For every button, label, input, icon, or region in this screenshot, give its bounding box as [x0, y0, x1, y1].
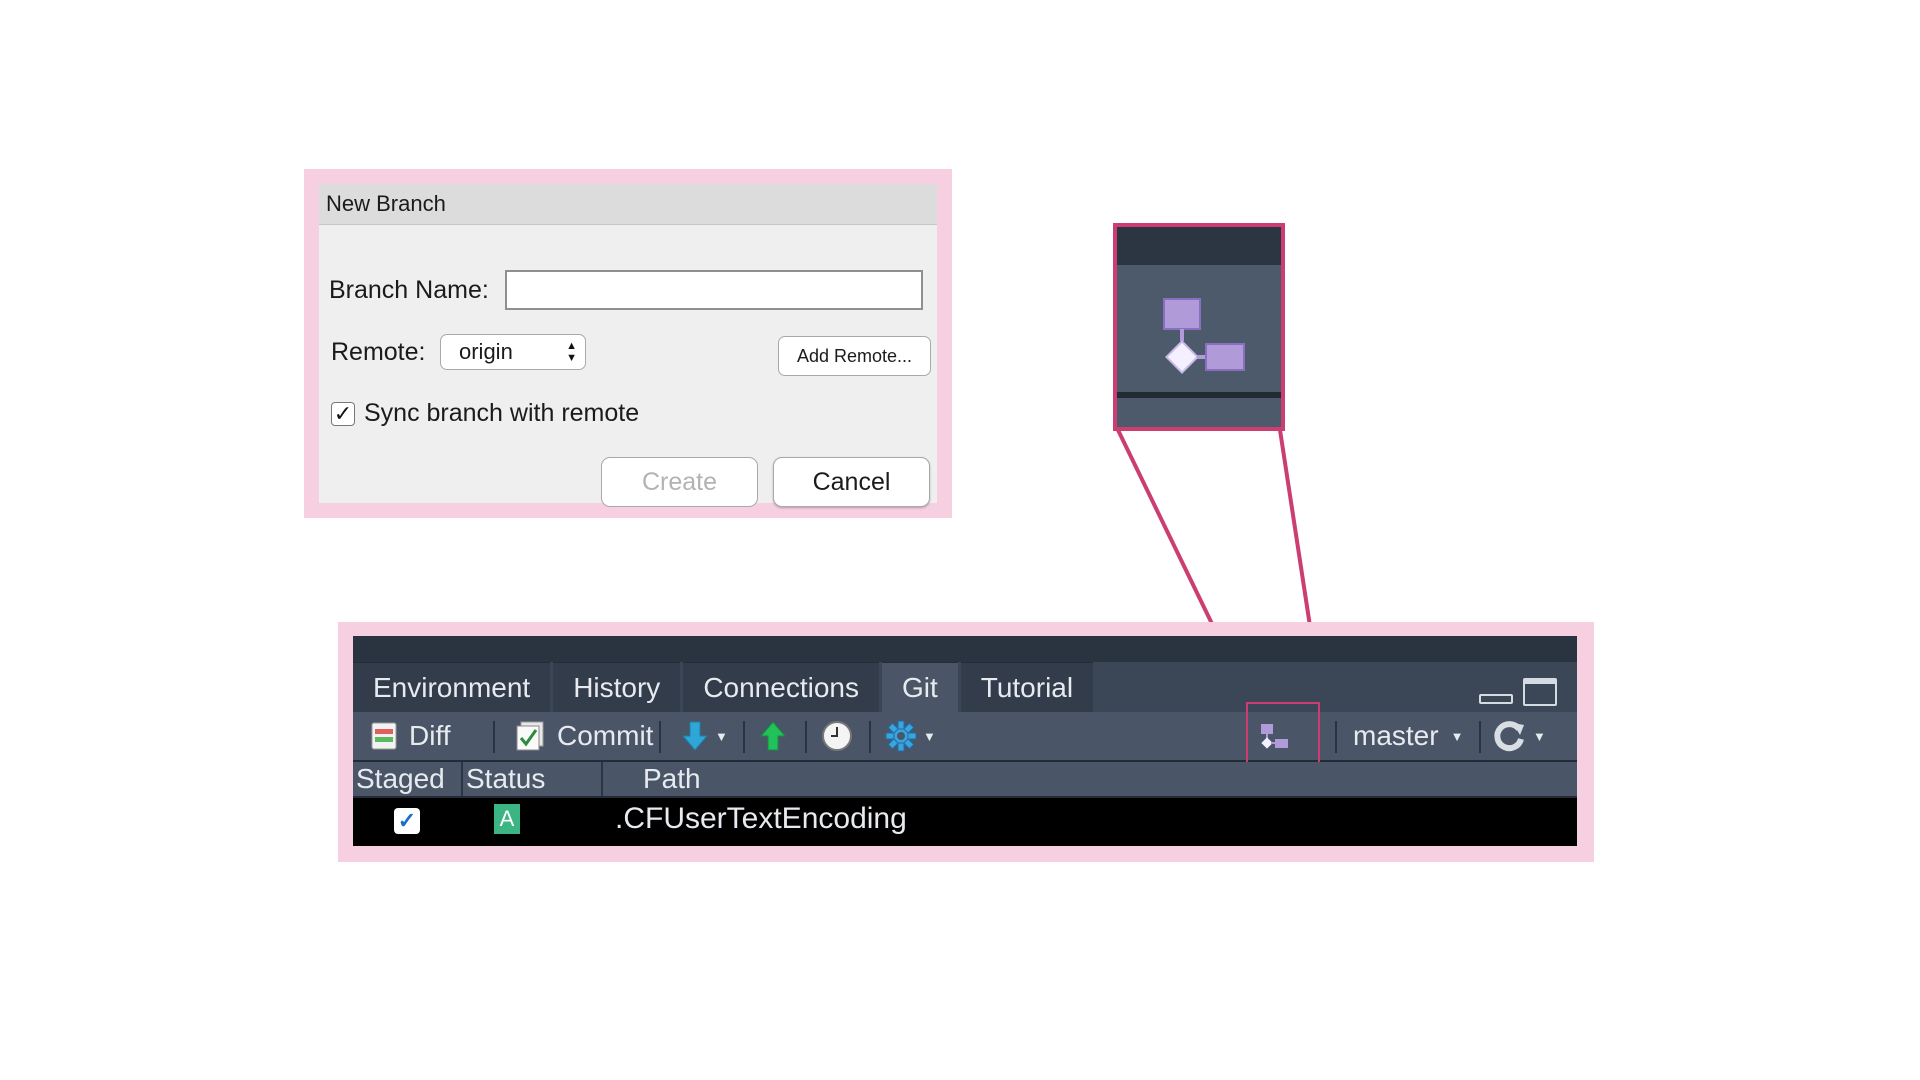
pull-arrow-icon — [681, 721, 709, 751]
pane-top-strip — [353, 636, 1577, 662]
file-path: .CFUserTextEncoding — [615, 802, 907, 835]
table-row[interactable]: ✓ A .CFUserTextEncoding — [353, 798, 1577, 846]
toolbar-separator — [493, 721, 495, 753]
tab-environment[interactable]: Environment — [353, 662, 551, 712]
diff-button[interactable]: Diff — [371, 712, 451, 760]
staged-checkbox[interactable]: ✓ — [394, 808, 420, 834]
remote-select[interactable]: origin ▲ ▼ — [440, 334, 586, 370]
tab-tutorial[interactable]: Tutorial — [960, 662, 1094, 712]
remote-label: Remote: — [331, 338, 426, 366]
status-badge: A — [494, 804, 520, 834]
branch-name-label: Branch Name: — [329, 276, 489, 304]
history-button[interactable] — [821, 712, 853, 760]
add-remote-button[interactable]: Add Remote... — [778, 336, 931, 376]
remote-select-value: origin — [459, 339, 513, 364]
minimize-pane-button[interactable] — [1479, 694, 1513, 704]
select-arrows-icon: ▲ ▼ — [566, 340, 577, 364]
zoom-connector-lines — [1116, 429, 1323, 699]
branch-dropdown[interactable]: master ▼ — [1353, 712, 1463, 760]
toolbar-separator — [1479, 721, 1481, 753]
pull-button[interactable]: ▼ — [681, 712, 728, 760]
column-header-staged[interactable]: Staged — [353, 762, 463, 796]
refresh-button[interactable]: ▼ — [1493, 712, 1546, 760]
commit-button[interactable]: Commit — [515, 712, 653, 760]
pane-window-controls — [1479, 678, 1557, 706]
diff-label: Diff — [409, 720, 451, 751]
tab-git[interactable]: Git — [881, 662, 958, 712]
more-options-button[interactable]: ▼ — [885, 712, 936, 760]
tab-connections[interactable]: Connections — [683, 662, 879, 712]
current-branch-label: master — [1353, 720, 1439, 751]
branch-name-input[interactable] — [505, 270, 923, 310]
new-branch-icon-zoom — [1113, 223, 1285, 431]
pane-tabs: Environment History Connections Git Tuto… — [353, 662, 1096, 712]
toolbar-separator — [743, 721, 745, 753]
pull-dropdown-caret-icon[interactable]: ▼ — [715, 729, 728, 744]
column-header-path[interactable]: Path — [603, 762, 1577, 796]
refresh-icon — [1494, 721, 1524, 752]
commit-icon — [516, 721, 544, 751]
git-toolbar: Diff Commit ▼ ▼ master ▼ ▼ — [353, 702, 1577, 798]
cancel-button[interactable]: Cancel — [773, 457, 930, 507]
push-arrow-icon — [759, 721, 787, 751]
commit-label: Commit — [557, 720, 654, 751]
file-table-header: Staged Status Path — [353, 762, 1577, 798]
create-button[interactable]: Create — [601, 457, 758, 507]
tab-history[interactable]: History — [553, 662, 681, 712]
git-pane-frame: Environment History Connections Git Tuto… — [338, 622, 1594, 862]
branch-dropdown-caret-icon: ▼ — [1450, 728, 1464, 744]
maximize-pane-button[interactable] — [1523, 678, 1557, 706]
gear-icon — [885, 720, 917, 752]
push-button[interactable] — [759, 712, 787, 760]
diff-icon — [371, 722, 397, 750]
refresh-dropdown-caret-icon[interactable]: ▼ — [1533, 729, 1546, 744]
new-branch-icon — [1163, 298, 1245, 374]
toolbar-separator — [869, 721, 871, 753]
toolbar-separator — [805, 721, 807, 753]
git-pane: Environment History Connections Git Tuto… — [353, 636, 1577, 846]
sync-checkbox[interactable]: ✓ — [331, 402, 355, 426]
history-clock-icon — [822, 721, 852, 751]
new-branch-dialog-frame: New Branch Branch Name: Remote: origin ▲… — [304, 169, 952, 518]
gear-dropdown-caret-icon[interactable]: ▼ — [923, 729, 936, 744]
zoom-divider — [1117, 392, 1281, 398]
toolbar-separator — [659, 721, 661, 753]
toolbar-separator — [1335, 721, 1337, 753]
new-branch-dialog: New Branch Branch Name: Remote: origin ▲… — [319, 184, 937, 507]
column-header-status[interactable]: Status — [463, 762, 603, 796]
dialog-title: New Branch — [319, 184, 937, 225]
sync-checkbox-label: Sync branch with remote — [364, 399, 640, 427]
